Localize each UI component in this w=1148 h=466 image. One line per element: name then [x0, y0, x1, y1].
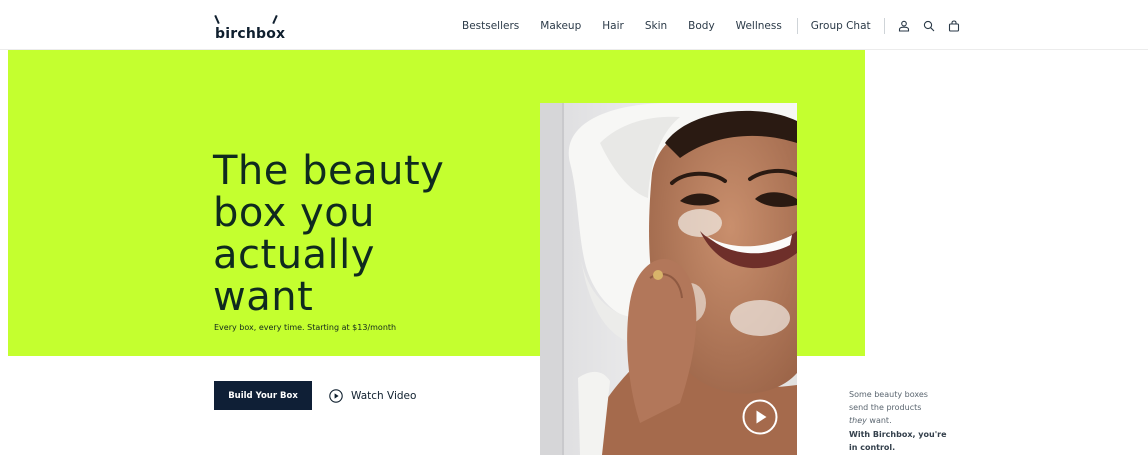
side-copy-line: With Birchbox, you're [849, 429, 947, 439]
nav-item-bestsellers[interactable]: Bestsellers [462, 20, 519, 32]
hero-headline-line: box you [213, 190, 376, 236]
hero-headline-line: actually [213, 232, 375, 278]
logo-tick-left [214, 14, 220, 25]
main-nav: Bestsellers Makeup Hair Skin Body Wellne… [462, 18, 962, 34]
hero-headline: The beauty box you actually want [213, 150, 473, 318]
logo-wordmark: birchbox [215, 26, 286, 42]
nav-divider [883, 18, 885, 34]
bag-icon[interactable] [948, 20, 960, 32]
watch-video-link[interactable]: Watch Video [329, 388, 417, 403]
birchbox-logo[interactable]: birchbox [214, 13, 286, 43]
user-icon[interactable] [898, 20, 910, 32]
photo-play-button[interactable] [742, 399, 778, 435]
nav-item-group-chat[interactable]: Group Chat [811, 20, 871, 32]
side-copy-line: in control. [849, 442, 896, 452]
nav-divider [796, 18, 798, 34]
side-copy-line: they want. [849, 414, 959, 427]
hero-cta-row: Build Your Box Watch Video [214, 381, 416, 410]
search-icon[interactable] [923, 20, 935, 32]
logo-tick-right [272, 14, 278, 25]
build-your-box-button[interactable]: Build Your Box [214, 381, 312, 410]
nav-item-body[interactable]: Body [688, 20, 715, 32]
nav-icon-group [887, 20, 962, 32]
site-header: birchbox Bestsellers Makeup Hair Skin Bo… [0, 0, 1148, 50]
hero-subline: Every box, every time. Starting at $13/m… [214, 323, 397, 332]
side-copy-line: Some beauty boxes [849, 390, 928, 399]
side-copy: Some beauty boxes send the products they… [849, 388, 959, 454]
nav-item-skin[interactable]: Skin [645, 20, 667, 32]
nav-item-makeup[interactable]: Makeup [540, 20, 581, 32]
hero-headline-line: The beauty [213, 148, 445, 194]
hero-headline-line: want [213, 274, 314, 320]
side-copy-emphasis: they [849, 416, 867, 426]
side-copy-text: want. [866, 416, 892, 426]
side-copy-line: send the products [849, 403, 922, 413]
nav-item-hair[interactable]: Hair [602, 20, 624, 32]
play-circle-icon [329, 388, 343, 403]
hero-photo [540, 103, 797, 455]
nav-item-wellness[interactable]: Wellness [736, 20, 782, 32]
watch-video-label: Watch Video [351, 389, 417, 402]
